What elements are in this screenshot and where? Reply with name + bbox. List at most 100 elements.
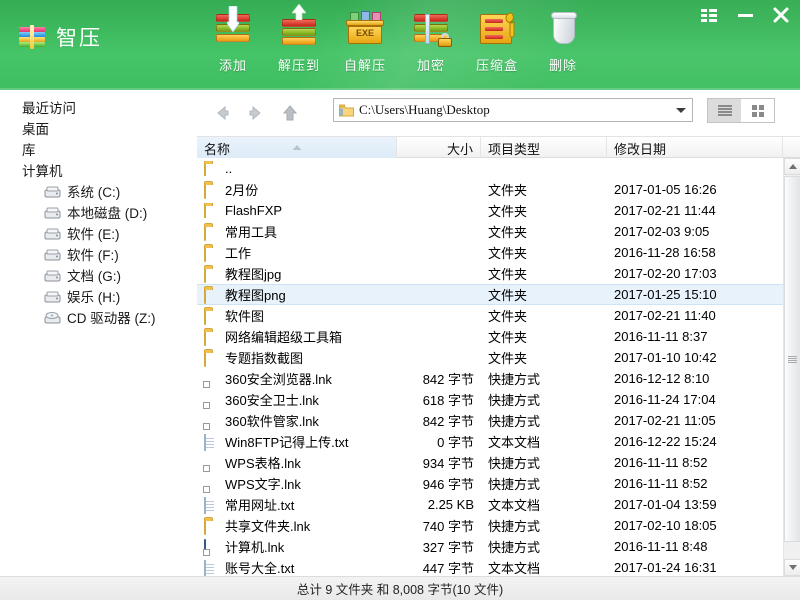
table-row[interactable]: FlashFXP 文件夹2017-02-21 11:44	[197, 200, 783, 221]
table-row[interactable]: 账号大全.txt447 字节文本文档2017-01-24 16:31	[197, 557, 783, 576]
file-name-text: 教程图jpg	[225, 264, 281, 283]
sidebar-item-drive-f[interactable]: 软件 (F:)	[0, 245, 197, 266]
scroll-thumb-grip	[788, 356, 797, 363]
file-name-cell: Win8FTP记得上传.txt	[197, 432, 397, 451]
table-row[interactable]: WPS表格.lnk934 字节快捷方式2016-11-11 8:52	[197, 452, 783, 473]
table-row[interactable]: 网络编辑超级工具箱文件夹2016-11-11 8:37	[197, 326, 783, 347]
file-name-text: 2月份	[225, 180, 258, 199]
address-input[interactable]: C:\Users\Huang\Desktop	[333, 98, 693, 122]
table-row[interactable]: 360软件管家.lnk842 字节快捷方式2017-02-21 11:05	[197, 410, 783, 431]
table-row[interactable]: 共享文件夹.lnk740 字节快捷方式2017-02-10 18:05	[197, 515, 783, 536]
text-file-icon	[204, 435, 220, 449]
scrollbar-thumb[interactable]	[784, 176, 800, 542]
file-name-cell: 网络编辑超级工具箱	[197, 327, 397, 346]
file-browser-pane: C:\Users\Huang\Desktop 名称	[197, 90, 800, 576]
file-type-cell: 快捷方式	[481, 411, 607, 430]
toolbar-button-extract-to[interactable]: 解压到	[266, 6, 332, 74]
minimize-icon[interactable]	[734, 4, 756, 26]
file-type-cell: 文件夹	[481, 348, 607, 367]
sidebar-item-drive-c[interactable]: 系统 (C:)	[0, 182, 197, 203]
table-row[interactable]: 360安全浏览器.lnk842 字节快捷方式2016-12-12 8:10	[197, 368, 783, 389]
scroll-up-icon[interactable]	[784, 158, 800, 175]
window-titlebar: 智压 添加	[0, 0, 800, 90]
column-header-date[interactable]: 修改日期	[607, 137, 783, 159]
file-date-cell: 2016-11-24 17:04	[607, 392, 783, 407]
sidebar-label: 本地磁盘 (D:)	[67, 207, 147, 221]
sidebar-item-drive-d[interactable]: 本地磁盘 (D:)	[0, 203, 197, 224]
app-brand: 智压	[18, 22, 102, 52]
file-name-text: 共享文件夹.lnk	[225, 516, 310, 535]
menu-grid-icon[interactable]	[698, 4, 720, 26]
table-row[interactable]: 教程图jpg文件夹2017-02-20 17:03	[197, 263, 783, 284]
column-header-type[interactable]: 项目类型	[481, 137, 607, 159]
table-row[interactable]: ..	[197, 158, 783, 179]
table-row[interactable]: 专题指数截图文件夹2017-01-10 10:42	[197, 347, 783, 368]
file-name-text: 360安全浏览器.lnk	[225, 369, 332, 388]
file-date-cell: 2017-01-10 10:42	[607, 350, 783, 365]
sidebar-label: 桌面	[22, 123, 49, 137]
column-header-size[interactable]: 大小	[397, 137, 481, 159]
toolbar-button-archive-box[interactable]: 压缩盒	[464, 6, 530, 74]
sidebar-label: 文档 (G:)	[67, 270, 121, 284]
file-date-cell: 2017-02-21 11:44	[607, 203, 783, 218]
vertical-scrollbar[interactable]	[783, 158, 800, 576]
arrow-up-icon[interactable]	[279, 102, 301, 124]
table-row[interactable]: 2月份文件夹2017-01-05 16:26	[197, 179, 783, 200]
file-name-text: FlashFXP	[225, 203, 282, 218]
file-date-cell: 2016-11-11 8:52	[607, 476, 783, 491]
list-view-icon[interactable]	[708, 99, 741, 122]
table-row[interactable]: 计算机.lnk327 字节快捷方式2016-11-11 8:48	[197, 536, 783, 557]
folder-icon	[204, 519, 220, 533]
toolbar-button-add[interactable]: 添加	[200, 6, 266, 74]
sidebar-label: 库	[22, 144, 36, 158]
file-date-cell: 2016-11-11 8:48	[607, 539, 783, 554]
file-type-cell: 文件夹	[481, 222, 607, 241]
file-size-cell: 327 字节	[397, 537, 481, 556]
folder-icon	[204, 288, 220, 302]
sidebar-item-computer[interactable]: 计算机	[0, 161, 197, 182]
text-file-icon	[204, 498, 220, 512]
toolbar-button-sfx[interactable]: EXE 自解压	[332, 6, 398, 74]
file-name-cell: 计算机.lnk	[197, 537, 397, 556]
file-name-text: 常用工具	[225, 222, 277, 241]
file-date-cell: 2017-01-04 13:59	[607, 497, 783, 512]
file-name-text: 教程图png	[225, 285, 286, 304]
sidebar-item-drive-z[interactable]: CD 驱动器 (Z:)	[0, 308, 197, 329]
sfx-exe-icon: EXE	[342, 6, 388, 50]
sidebar-item-drive-h[interactable]: 娱乐 (H:)	[0, 287, 197, 308]
sidebar-item-desktop[interactable]: 桌面	[0, 119, 197, 140]
sort-asc-icon	[292, 138, 301, 153]
arrow-left-icon[interactable]	[211, 102, 233, 124]
sidebar-label: 计算机	[22, 165, 63, 179]
table-row[interactable]: 软件图文件夹2017-02-21 11:40	[197, 305, 783, 326]
arrow-right-icon[interactable]	[245, 102, 267, 124]
table-row[interactable]: WPS文字.lnk946 字节快捷方式2016-11-11 8:52	[197, 473, 783, 494]
sidebar-item-drive-e[interactable]: 软件 (E:)	[0, 224, 197, 245]
file-name-cell: 工作	[197, 243, 397, 262]
tile-view-icon[interactable]	[741, 99, 774, 122]
sidebar-item-drive-g[interactable]: 文档 (G:)	[0, 266, 197, 287]
file-type-cell: 文件夹	[481, 201, 607, 220]
sidebar-item-libraries[interactable]: 库	[0, 140, 197, 161]
sidebar-item-recent[interactable]: 最近访问	[0, 98, 197, 119]
file-size-cell: 946 字节	[397, 474, 481, 493]
table-row[interactable]: 常用网址.txt2.25 KB文本文档2017-01-04 13:59	[197, 494, 783, 515]
file-list[interactable]: ..2月份文件夹2017-01-05 16:26FlashFXP文件夹2017-…	[197, 158, 783, 576]
folder-icon	[204, 330, 220, 344]
scroll-down-icon[interactable]	[784, 559, 800, 576]
zhiya-file-manager-window: 智压 添加	[0, 0, 800, 600]
table-row[interactable]: 工作文件夹2016-11-28 16:58	[197, 242, 783, 263]
sidebar-label: 系统 (C:)	[67, 186, 120, 200]
table-row[interactable]: 教程图png文件夹2017-01-25 15:10	[197, 284, 783, 305]
chevron-down-icon[interactable]	[670, 99, 692, 121]
column-header-name[interactable]: 名称	[197, 137, 397, 159]
table-row[interactable]: Win8FTP记得上传.txt0 字节文本文档2016-12-22 15:24	[197, 431, 783, 452]
toolbar-button-encrypt[interactable]: 加密	[398, 6, 464, 74]
table-row[interactable]: 常用工具文件夹2017-02-03 9:05	[197, 221, 783, 242]
close-icon[interactable]	[770, 4, 792, 26]
table-row[interactable]: 360安全卫士.lnk618 字节快捷方式2016-11-24 17:04	[197, 389, 783, 410]
file-date-cell: 2017-01-24 16:31	[607, 560, 783, 575]
toolbar-button-delete[interactable]: 删除	[530, 6, 596, 74]
file-name-cell: 教程图png	[197, 285, 397, 304]
status-bar: 总计 9 文件夹 和 8,008 字节(10 文件)	[0, 576, 800, 600]
